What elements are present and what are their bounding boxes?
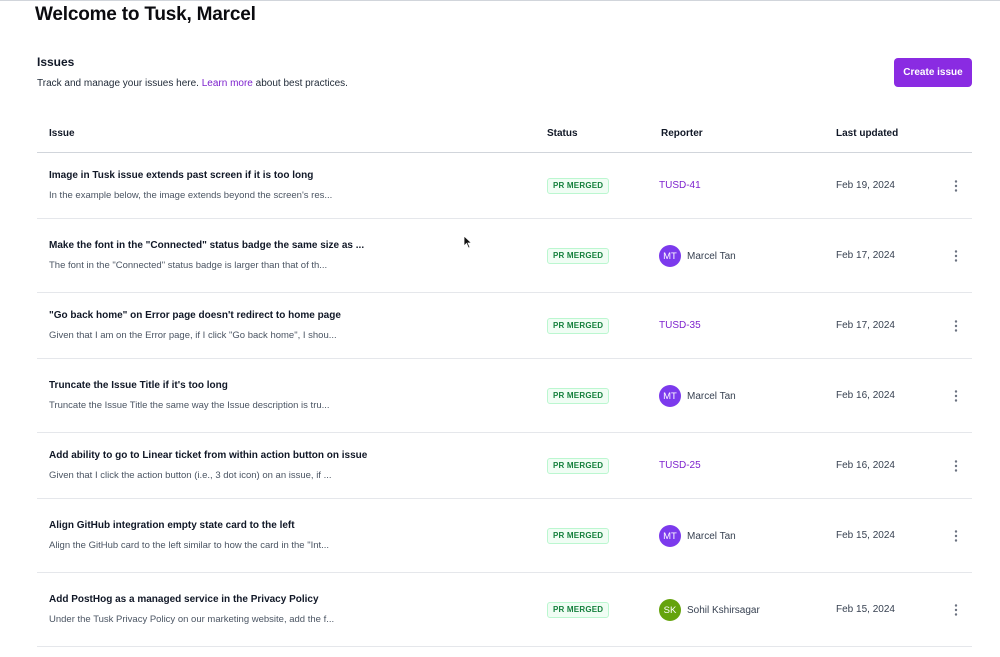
reporter-ticket-link[interactable]: TUSD-25 [659, 460, 701, 471]
table-row[interactable]: Image in Tusk issue extends past screen … [37, 153, 972, 219]
more-options-icon[interactable] [949, 603, 963, 617]
issue-description: Given that I am on the Error page, if I … [49, 330, 337, 341]
issue-title[interactable]: Add ability to go to Linear ticket from … [49, 450, 367, 461]
more-options-icon[interactable] [949, 319, 963, 333]
reporter: SK Sohil Kshirsagar [659, 599, 760, 621]
issue-description: Truncate the Issue Title the same way th… [49, 400, 330, 411]
more-options-icon[interactable] [949, 529, 963, 543]
issue-description: The font in the "Connected" status badge… [49, 260, 328, 271]
column-header-reporter: Reporter [661, 128, 703, 139]
column-header-issue: Issue [49, 128, 75, 139]
status-badge: PR MERGED [547, 528, 610, 544]
reporter-name: Marcel Tan [687, 250, 736, 262]
table-row[interactable]: Add ability to go to Linear ticket from … [37, 433, 972, 499]
last-updated-date: Feb 15, 2024 [836, 530, 895, 541]
issue-title[interactable]: "Go back home" on Error page doesn't red… [49, 310, 341, 321]
section-title: Issues [37, 55, 75, 69]
vertical-dots-icon [954, 180, 958, 192]
reporter: MT Marcel Tan [659, 385, 736, 407]
vertical-dots-icon [954, 460, 958, 472]
page-title: Welcome to Tusk, Marcel [35, 4, 256, 25]
reporter: MT Marcel Tan [659, 525, 736, 547]
issue-title[interactable]: Add PostHog as a managed service in the … [49, 594, 319, 605]
status-badge: PR MERGED [547, 248, 610, 264]
issue-title[interactable]: Make the font in the "Connected" status … [49, 240, 364, 251]
column-header-status: Status [547, 128, 578, 139]
reporter: MT Marcel Tan [659, 245, 736, 267]
last-updated-date: Feb 15, 2024 [836, 604, 895, 615]
issue-title[interactable]: Align GitHub integration empty state car… [49, 520, 295, 531]
table-row[interactable]: "Go back home" on Error page doesn't red… [37, 293, 972, 359]
vertical-dots-icon [954, 250, 958, 262]
vertical-dots-icon [954, 390, 958, 402]
more-options-icon[interactable] [949, 179, 963, 193]
vertical-dots-icon [954, 604, 958, 616]
reporter-name: Sohil Kshirsagar [687, 604, 760, 616]
issues-table: Issue Status Reporter Last updated Image… [37, 115, 972, 647]
reporter-name: Marcel Tan [687, 390, 736, 402]
issue-title[interactable]: Truncate the Issue Title if it's too lon… [49, 380, 228, 391]
issue-description: Align the GitHub card to the left simila… [49, 540, 330, 551]
section-subtitle: Track and manage your issues here. Learn… [37, 78, 348, 89]
more-options-icon[interactable] [949, 389, 963, 403]
reporter-ticket-link[interactable]: TUSD-41 [659, 180, 701, 191]
table-header: Issue Status Reporter Last updated [37, 115, 972, 153]
avatar: MT [659, 245, 681, 267]
top-border [0, 0, 1000, 1]
vertical-dots-icon [954, 530, 958, 542]
subtitle-text-after: about best practices. [252, 78, 348, 89]
subtitle-text-before: Track and manage your issues here. [37, 78, 202, 89]
status-badge: PR MERGED [547, 318, 610, 334]
issue-description: Given that I click the action button (i.… [49, 470, 332, 481]
table-body: Image in Tusk issue extends past screen … [37, 153, 972, 647]
avatar: MT [659, 385, 681, 407]
last-updated-date: Feb 17, 2024 [836, 250, 895, 261]
status-badge: PR MERGED [547, 178, 610, 194]
status-badge: PR MERGED [547, 388, 610, 404]
issue-description: In the example below, the image extends … [49, 190, 333, 201]
last-updated-date: Feb 19, 2024 [836, 180, 895, 191]
create-issue-button[interactable]: Create issue [894, 58, 972, 87]
last-updated-date: Feb 17, 2024 [836, 320, 895, 331]
status-badge: PR MERGED [547, 458, 610, 474]
issue-title[interactable]: Image in Tusk issue extends past screen … [49, 170, 313, 181]
table-row[interactable]: Make the font in the "Connected" status … [37, 219, 972, 293]
learn-more-link[interactable]: Learn more [202, 78, 253, 89]
avatar: SK [659, 599, 681, 621]
reporter-name: Marcel Tan [687, 530, 736, 542]
table-row[interactable]: Add PostHog as a managed service in the … [37, 573, 972, 647]
column-header-last-updated: Last updated [836, 128, 899, 139]
mouse-cursor-icon [463, 235, 473, 249]
table-row[interactable]: Truncate the Issue Title if it's too lon… [37, 359, 972, 433]
last-updated-date: Feb 16, 2024 [836, 390, 895, 401]
last-updated-date: Feb 16, 2024 [836, 460, 895, 471]
table-row[interactable]: Align GitHub integration empty state car… [37, 499, 972, 573]
status-badge: PR MERGED [547, 602, 610, 618]
more-options-icon[interactable] [949, 459, 963, 473]
reporter-ticket-link[interactable]: TUSD-35 [659, 320, 701, 331]
more-options-icon[interactable] [949, 249, 963, 263]
vertical-dots-icon [954, 320, 958, 332]
issue-description: Under the Tusk Privacy Policy on our mar… [49, 614, 335, 625]
avatar: MT [659, 525, 681, 547]
